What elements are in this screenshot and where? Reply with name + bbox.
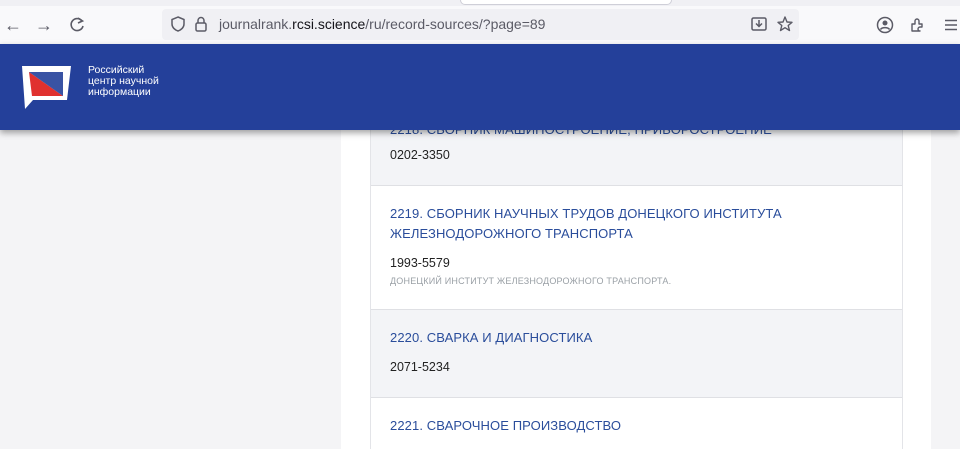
star-icon[interactable] (775, 14, 795, 34)
shield-icon[interactable] (168, 14, 188, 34)
active-tab[interactable] (460, 0, 672, 5)
download-icon[interactable] (749, 14, 769, 34)
url-text[interactable]: journalrank.rcsi.science/ru/record-sourc… (219, 16, 545, 32)
record-title-link[interactable]: 2219. СБОРНИК НАУЧНЫХ ТРУДОВ ДОНЕЦКОГО И… (390, 204, 820, 244)
extensions-icon[interactable] (906, 14, 928, 36)
record-item: 2219. СБОРНИК НАУЧНЫХ ТРУДОВ ДОНЕЦКОГО И… (371, 186, 902, 310)
site-header: Российский центр научной информации (0, 44, 960, 130)
record-item: 2221. СВАРОЧНОЕ ПРОИЗВОДСТВО (371, 398, 902, 449)
lock-icon[interactable] (191, 14, 211, 34)
menu-icon[interactable] (940, 14, 960, 36)
logo-text[interactable]: Российский центр научной информации (88, 65, 159, 98)
record-issn: 2071-5234 (390, 360, 450, 374)
record-title-link[interactable]: 2221. СВАРОЧНОЕ ПРОИЗВОДСТВО (390, 416, 820, 436)
record-title-link[interactable]: 2220. СВАРКА И ДИАГНОСТИКА (390, 328, 820, 348)
browser-toolbar: ← → journalrank.rcsi.science/ru/record-s… (0, 6, 960, 44)
record-item: 2220. СВАРКА И ДИАГНОСТИКА 2071-5234 (371, 310, 902, 398)
record-title-link[interactable]: 2218. СБОРНИК МАШИНОСТРОЕНИЕ, ПРИБОРОСТР… (390, 130, 820, 140)
record-publisher: ДОНЕЦКИЙ ИНСТИТУТ ЖЕЛЕЗНОДОРОЖНОГО ТРАНС… (390, 276, 672, 286)
record-issn: 1993-5579 (390, 256, 450, 270)
logo-line: информации (88, 86, 151, 98)
rcsi-logo[interactable] (21, 62, 77, 112)
reload-icon[interactable] (66, 14, 88, 36)
account-icon[interactable] (874, 14, 896, 36)
page-background: 2218. СБОРНИК МАШИНОСТРОЕНИЕ, ПРИБОРОСТР… (0, 130, 960, 449)
address-bar[interactable]: journalrank.rcsi.science/ru/record-sourc… (162, 9, 799, 40)
back-icon[interactable]: ← (2, 14, 24, 36)
record-item: 2218. СБОРНИК МАШИНОСТРОЕНИЕ, ПРИБОРОСТР… (371, 130, 902, 186)
forward-icon[interactable]: → (33, 14, 55, 36)
record-list: 2218. СБОРНИК МАШИНОСТРОЕНИЕ, ПРИБОРОСТР… (370, 130, 903, 449)
record-issn: 0202-3350 (390, 148, 450, 162)
